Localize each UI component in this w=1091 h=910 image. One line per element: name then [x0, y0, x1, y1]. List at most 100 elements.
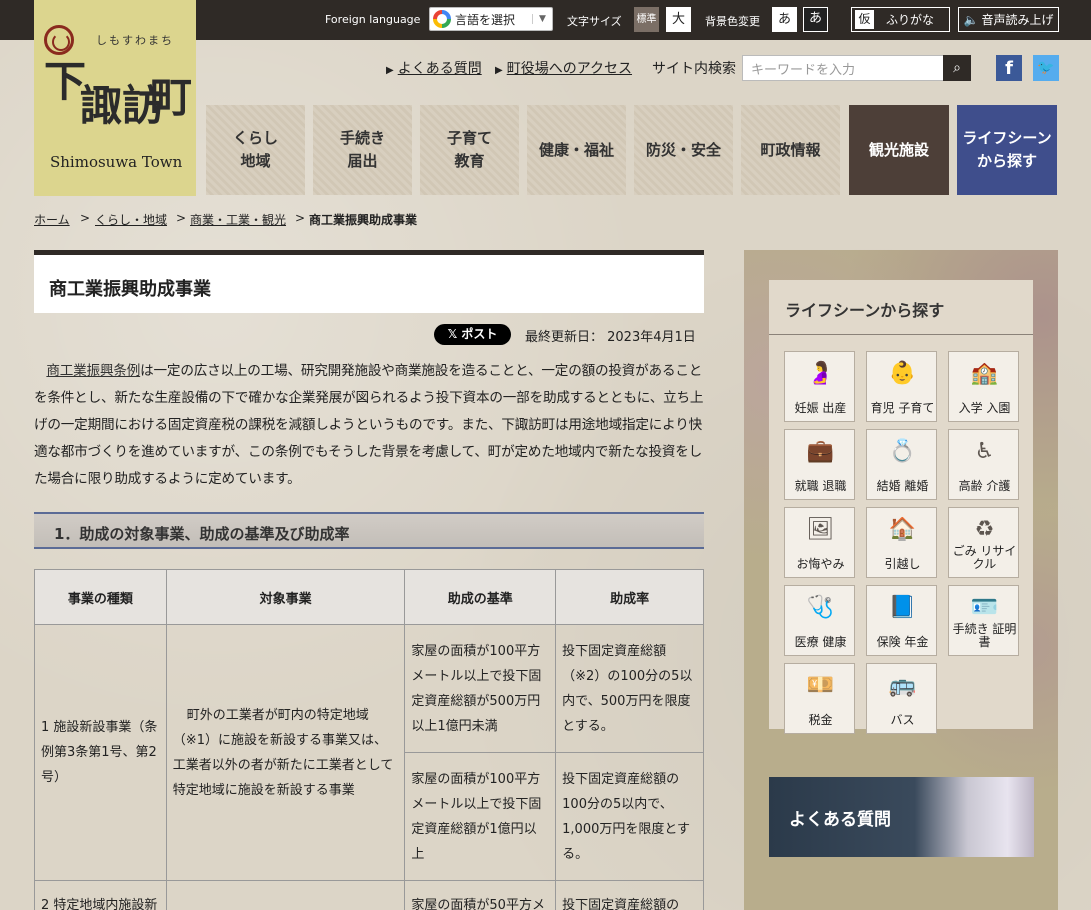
furigana-button[interactable]: 仮 ふりがな	[851, 7, 950, 32]
breadcrumb-shogyo[interactable]: 商業・工業・観光	[190, 211, 286, 228]
nav-bosai[interactable]: 防災・安全	[634, 105, 733, 195]
childcare-icon: 👶	[888, 361, 917, 386]
search-input[interactable]: キーワードを入力	[742, 55, 944, 81]
chevron-down-icon: ▼	[532, 14, 552, 24]
search-button[interactable]: ⌕	[943, 55, 971, 81]
foreign-language-label: Foreign language	[325, 13, 421, 26]
table-row: 2 特定地域内施設新 家屋の面積が50平方メ 投下固定資産総額の	[34, 880, 704, 910]
logo-kanji: 下 諏訪 町	[44, 57, 193, 130]
logo-english: Shimosuwa Town	[50, 153, 183, 171]
lifescene-title: ライフシーンから探す	[785, 301, 945, 320]
tile-job[interactable]: 💼 就職 退職	[784, 429, 855, 500]
table-cell: 町外の工業者が町内の特定地域（※1）に施設を新設する事業又は、工業者以外の者が新…	[165, 624, 406, 881]
tile-medical[interactable]: 🩺 医療 健康	[784, 585, 855, 656]
tile-childcare[interactable]: 👶 育児 子育て	[866, 351, 937, 422]
site-logo[interactable]: しもすわまち 下 諏訪 町 Shimosuwa Town	[34, 0, 196, 196]
tile-pregnancy[interactable]: 🤰 妊娠 出産	[784, 351, 855, 422]
table-cell: 家屋の面積が100平方メートル以上で投下固定資産総額が500万円以上1億円未満	[404, 624, 557, 753]
page-title: 商工業振興助成事業	[49, 279, 211, 300]
table-header: 助成の基準	[404, 569, 557, 625]
pregnancy-icon: 🤰	[806, 361, 835, 386]
tile-garbage[interactable]: ♻ ごみ リサイクル	[948, 507, 1019, 578]
font-size-standard-button[interactable]: 標準	[634, 7, 659, 32]
ordinance-link[interactable]: 商工業振興条例	[46, 363, 140, 379]
bg-color-label: 背景色変更	[705, 15, 760, 28]
ring-icon: 💍	[888, 439, 917, 464]
wheelchair-icon: ♿	[974, 439, 995, 464]
nav-kanko[interactable]: 観光施設	[849, 105, 949, 195]
intro-paragraph: 商工業振興条例は一定の広さ以上の工場、研究開発施設や商業施設を造ることと、一定の…	[34, 363, 704, 487]
house-icon: 🏠	[888, 517, 917, 542]
google-icon	[433, 10, 451, 28]
last-updated: 最終更新日： 2023年4月1日	[525, 330, 696, 345]
tile-elderly[interactable]: ♿ 高齢 介護	[948, 429, 1019, 500]
link-arrow-icon: ▶	[495, 65, 503, 76]
nav-lifescene[interactable]: ライフシーン から探す	[957, 105, 1057, 195]
table-row: 1 施設新設事業（条例第3条第1号、第2号） 町外の工業者が町内の特定地域（※1…	[34, 624, 704, 881]
tile-school[interactable]: 🏫 入学 入園	[948, 351, 1019, 422]
faq-link[interactable]: ▶ よくある質問	[386, 58, 482, 78]
recycle-icon: ♻	[974, 517, 995, 542]
certificate-icon: 🪪	[970, 595, 999, 620]
table-cell: 家屋の面積が100平方メートル以上で投下固定資産総額が1億円以上	[404, 752, 557, 881]
table-header-row: 事業の種類 対象事業 助成の基準 助成率	[34, 569, 704, 625]
font-size-label: 文字サイズ	[567, 15, 622, 28]
nav-chosei[interactable]: 町政情報	[741, 105, 840, 195]
nav-tetsuzuki[interactable]: 手続き 届出	[313, 105, 412, 195]
table-cell: 2 特定地域内施設新	[34, 880, 167, 910]
table-cell: 投下固定資産総額の100分の5以内で、1,000万円を限度とする。	[555, 752, 704, 881]
condolence-icon: 🖼	[806, 517, 835, 542]
lifescene-panel: ライフシーンから探す	[769, 280, 1033, 729]
tile-marriage[interactable]: 💍 結婚 離婚	[866, 429, 937, 500]
bus-icon: 🚌	[888, 673, 917, 698]
table-cell: 家屋の面積が50平方メ	[404, 880, 557, 910]
font-size-large-button[interactable]: 大	[666, 7, 691, 32]
logo-kana: しもすわまち	[96, 34, 174, 47]
table-header: 助成率	[555, 569, 704, 625]
tile-certificate[interactable]: 🪪 手続き 証明書	[948, 585, 1019, 656]
voice-reader-label: 音声読み上げ	[981, 13, 1054, 27]
table-cell	[165, 880, 406, 910]
nav-kenko[interactable]: 健康・福祉	[527, 105, 626, 195]
nav-kurashi[interactable]: くらし 地域	[206, 105, 305, 195]
breadcrumb-current: 商工業振興助成事業	[309, 213, 418, 227]
section-heading: 1．助成の対象事業、助成の基準及び助成率	[34, 512, 704, 549]
breadcrumb-home[interactable]: ホーム	[34, 211, 70, 228]
x-post-button[interactable]: 𝕏 ポスト	[434, 324, 511, 345]
tile-condolence[interactable]: 🖼 お悔やみ	[784, 507, 855, 578]
tile-moving[interactable]: 🏠 引越し	[866, 507, 937, 578]
stethoscope-icon: 🩺	[806, 595, 835, 620]
furigana-icon: 仮	[855, 10, 874, 29]
table-cell: 1 施設新設事業（条例第3条第1号、第2号）	[34, 624, 167, 881]
insurance-icon: 📘	[888, 595, 917, 620]
bg-light-button[interactable]: あ	[772, 7, 797, 32]
x-logo-icon: 𝕏	[447, 327, 462, 341]
bg-dark-button[interactable]: あ	[803, 7, 828, 32]
twitter-icon[interactable]: 🐦	[1033, 55, 1059, 81]
subsidy-table: 事業の種類 対象事業 助成の基準 助成率 1 施設新設事業（条例第3条第1号、第…	[34, 569, 704, 910]
table-header: 対象事業	[165, 569, 406, 625]
google-translate-select[interactable]: 言語を選択 ▼	[429, 7, 553, 31]
link-arrow-icon: ▶	[386, 65, 394, 76]
table-cell: 投下固定資産総額の	[555, 880, 704, 910]
tax-icon: 💴	[806, 673, 835, 698]
access-link[interactable]: ▶ 町役場へのアクセス	[495, 58, 632, 78]
voice-reader-button[interactable]: 🔈 音声読み上げ	[958, 7, 1059, 32]
search-icon: ⌕	[953, 60, 961, 76]
speaker-icon: 🔈	[963, 12, 979, 27]
nav-kosodate[interactable]: 子育て 教育	[420, 105, 519, 195]
facebook-icon[interactable]: f	[996, 55, 1022, 81]
translate-select-label: 言語を選択	[455, 12, 516, 27]
tile-tax[interactable]: 💴 税金	[784, 663, 855, 734]
job-icon: 💼	[806, 439, 835, 464]
breadcrumb-kurashi[interactable]: くらし・地域	[95, 211, 167, 228]
tile-bus[interactable]: 🚌 バス	[866, 663, 937, 734]
school-icon: 🏫	[970, 361, 999, 386]
faq-banner[interactable]: よくある質問	[769, 777, 1034, 857]
table-cell: 投下固定資産総額（※2）の100分の5以内で、500万円を限度とする。	[555, 624, 704, 753]
town-emblem-icon	[44, 25, 74, 55]
tile-insurance[interactable]: 📘 保険 年金	[866, 585, 937, 656]
furigana-label: ふりがな	[886, 13, 935, 27]
table-header: 事業の種類	[34, 569, 167, 625]
site-search-label: サイト内検索	[652, 61, 736, 77]
